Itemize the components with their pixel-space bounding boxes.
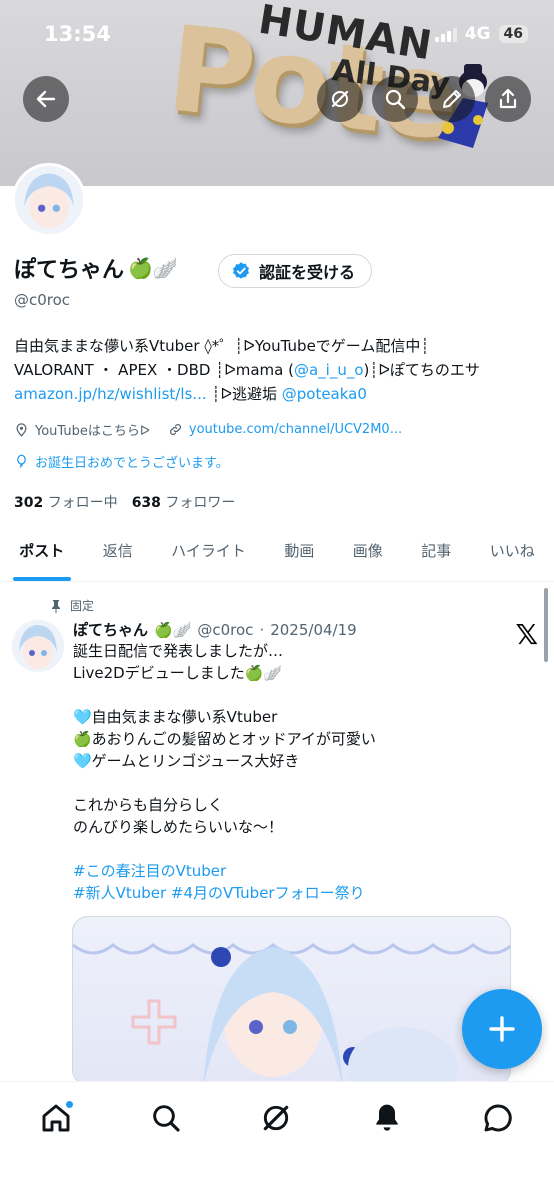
bio-mention-link[interactable]: @a_i_u_o [294, 361, 364, 379]
nav-notifications[interactable] [367, 1098, 407, 1138]
nav-messages[interactable] [478, 1098, 518, 1138]
post-line: 🩵ゲームとリンゴジュース大好き [73, 752, 300, 770]
bio-text: ┊ᐅ逃避垢 [206, 385, 282, 403]
status-time: 13:54 [44, 22, 111, 46]
post-line [73, 772, 533, 794]
following-label: フォロー中 [47, 495, 118, 511]
follow-stats: 302 フォロー中 638 フォロワー [14, 492, 235, 512]
grok-button[interactable] [317, 76, 363, 122]
bio-line: VALORANT ・ APEX ・DBD ┊ᐅmama (@a_i_u_o)┊ᐅ… [14, 358, 544, 382]
bio-text: )┊ᐅぽてちのエサ [363, 361, 480, 379]
post-author-name[interactable]: ぽてちゃん [73, 619, 148, 640]
followers-count: 638 [131, 495, 161, 511]
nav-search[interactable] [146, 1098, 186, 1138]
post-hashtag-line[interactable]: #新人Vtuber #4月のVTuberフォロー祭り [73, 882, 533, 904]
tab-highlights[interactable]: ハイライト [152, 524, 265, 581]
chat-bubble-icon [484, 1104, 512, 1132]
bio-text: VALORANT ・ APEX ・DBD ┊ᐅmama ( [14, 361, 294, 379]
bio-line: amazon.jp/hz/wishlist/ls... ┊ᐅ逃避垢 @potea… [14, 382, 544, 406]
profile-avatar[interactable] [12, 163, 86, 237]
bottom-navigation [0, 1081, 554, 1200]
location-pin-icon [16, 423, 27, 437]
signal-icon [434, 26, 457, 42]
share-icon [499, 88, 517, 109]
profile-bio: 自由気ままな儚い系Vtuber ◊*゜┊ᐅYouTubeでゲーム配信中┊ VAL… [14, 334, 544, 406]
get-verified-label: 認証を受ける [259, 263, 356, 282]
post-avatar[interactable] [12, 620, 64, 672]
post-line [73, 684, 533, 706]
post-author-emoji: 🍏🪽 [154, 620, 192, 639]
post-hashtag-line[interactable]: #この春注目のVtuber [73, 860, 533, 882]
tab-videos[interactable]: 動画 [265, 524, 333, 581]
post-line: 誕生日配信で発表しましたが… [73, 642, 284, 660]
pin-icon [52, 599, 60, 613]
link-icon [169, 424, 181, 435]
search-icon [385, 89, 406, 110]
name-emoji: 🍏🪽 [128, 256, 178, 280]
nav-grok[interactable] [256, 1098, 296, 1138]
followers-label: フォロワー [165, 495, 236, 511]
verified-badge-icon [232, 262, 249, 279]
tab-images[interactable]: 画像 [334, 524, 402, 581]
profile-birthday-row: お誕生日おめでとうございます。 [14, 452, 229, 471]
tab-articles[interactable]: 記事 [402, 524, 470, 581]
followers-link[interactable]: 638 フォロワー [132, 492, 236, 512]
back-button[interactable] [23, 76, 69, 122]
pinned-label: 固定 [70, 599, 95, 613]
search-icon [153, 1105, 180, 1132]
pencil-icon [443, 90, 461, 108]
plus-icon [489, 1016, 515, 1042]
post-line: 🍏あおりんごの髪留めとオッドアイが可愛い [73, 730, 376, 748]
post-media-image[interactable] [72, 916, 511, 1086]
scrollbar[interactable] [544, 588, 548, 662]
battery-icon: 46 [498, 25, 528, 43]
post-header: ぽてちゃん 🍏🪽 @c0roc · 2025/04/19 [73, 619, 357, 640]
profile-handle: @c0roc [14, 291, 71, 309]
post-avatar-image [12, 620, 64, 672]
grok-icon [331, 90, 349, 108]
display-name-text: ぽてちゃん [14, 258, 125, 283]
post-line: のんびり楽しめたらいいな〜！ [73, 818, 284, 836]
notification-dot [65, 1100, 74, 1109]
post-line: Live2Dデビューしました🍏🪽 [73, 664, 283, 682]
bio-mention-link[interactable]: @poteaka0 [282, 385, 367, 403]
compose-post-button[interactable] [462, 989, 542, 1069]
post-separator: · [259, 620, 265, 639]
post-text: 誕生日配信で発表しましたが… Live2Dデビューしました🍏🪽 🩵自由気ままな儚… [73, 640, 533, 904]
post-line: 🩵自由気ままな儚い系Vtuber [73, 708, 278, 726]
profile-website-link[interactable]: youtube.com/channel/UCV2M0... [189, 422, 402, 437]
nav-home[interactable] [36, 1098, 76, 1138]
profile-location: YouTubeはこちらᐅ [35, 424, 150, 439]
birthday-text[interactable]: お誕生日おめでとうございます。 [35, 452, 229, 471]
share-button[interactable] [485, 76, 531, 122]
tab-likes[interactable]: いいね [471, 524, 554, 581]
pinned-indicator: 固定 [50, 597, 94, 614]
balloon-icon [17, 454, 26, 468]
bio-line: 自由気ままな儚い系Vtuber ◊*゜┊ᐅYouTubeでゲーム配信中┊ [14, 337, 430, 355]
post-image-illustration [73, 943, 510, 1085]
following-count: 302 [14, 495, 44, 511]
status-indicators: 4G 46 [434, 24, 528, 44]
profile-tabs: ポスト 返信 ハイライト 動画 画像 記事 いいね [0, 524, 554, 582]
avatar-image [15, 166, 83, 234]
edit-button[interactable] [429, 76, 475, 122]
search-button[interactable] [372, 76, 418, 122]
bell-icon [376, 1104, 398, 1131]
post-line: これからも自分らしく [73, 796, 224, 814]
network-type: 4G [464, 24, 491, 44]
post-line [73, 838, 533, 860]
post-author-handle[interactable]: @c0roc [197, 621, 253, 639]
display-name: ぽてちゃん 🍏🪽 [14, 252, 178, 284]
tab-posts[interactable]: ポスト [0, 524, 83, 581]
status-bar: 13:54 4G 46 [0, 0, 554, 66]
arrow-left-icon [36, 90, 56, 108]
grok-icon [263, 1105, 289, 1131]
bio-wishlist-link[interactable]: amazon.jp/hz/wishlist/ls... [14, 385, 207, 403]
profile-meta-row: YouTubeはこちらᐅ youtube.com/channel/UCV2M0.… [14, 420, 402, 439]
post-date[interactable]: 2025/04/19 [270, 621, 356, 639]
get-verified-button[interactable]: 認証を受ける [218, 254, 373, 288]
following-link[interactable]: 302 フォロー中 [14, 492, 118, 512]
tab-replies[interactable]: 返信 [83, 524, 151, 581]
